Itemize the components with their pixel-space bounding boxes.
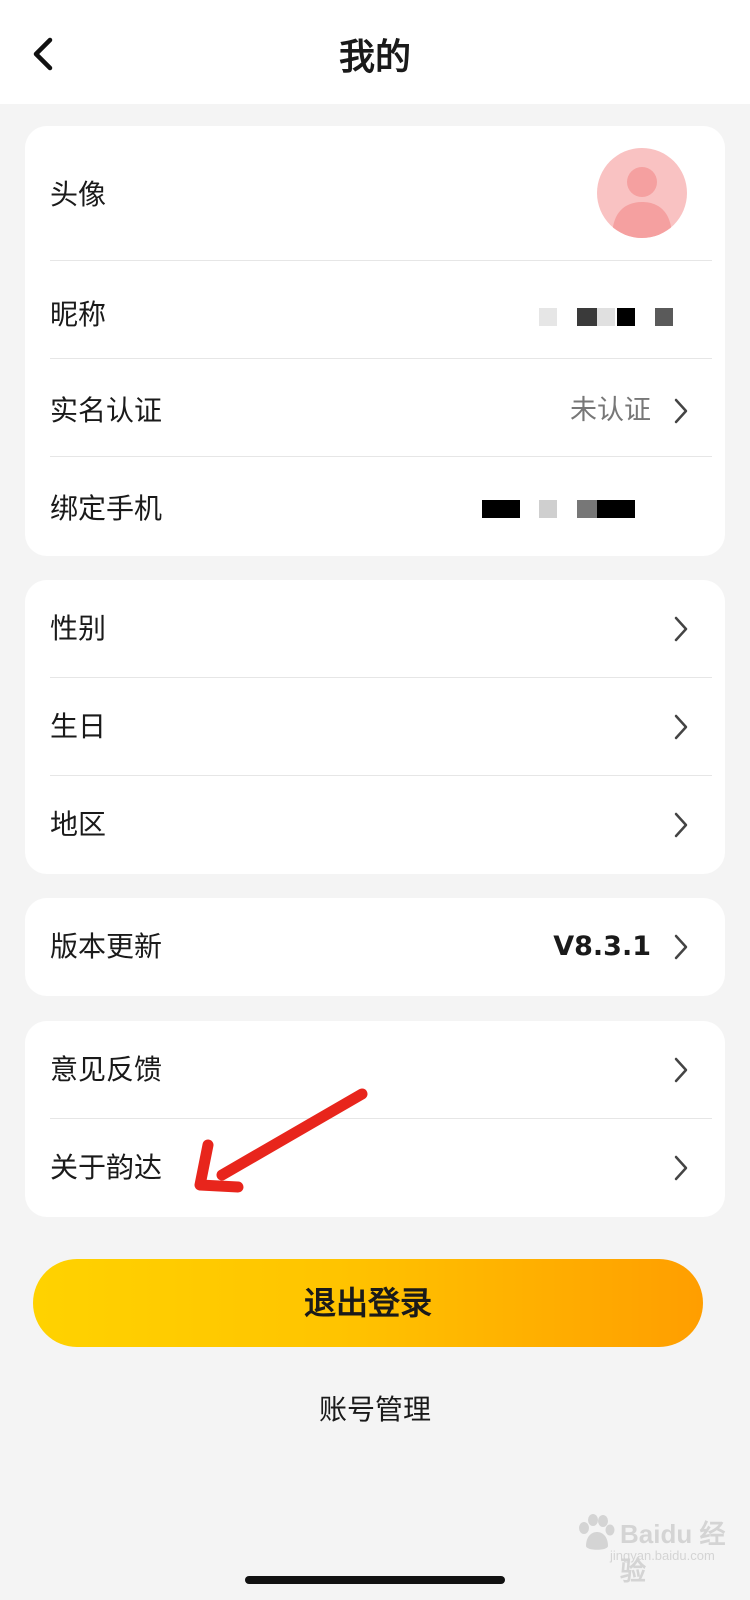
real-name-label: 实名认证 [50,394,163,427]
home-indicator[interactable] [245,1576,505,1584]
chevron-right-icon [674,812,688,838]
divider [50,358,712,359]
avatar-label: 头像 [50,178,107,211]
chevron-right-icon [674,714,688,740]
avatar-row[interactable]: 头像 [25,146,725,262]
version-update-row[interactable]: 版本更新 V8.3.1 [25,898,725,996]
divider [50,260,712,261]
real-name-status: 未认证 [570,395,651,426]
phone-label: 绑定手机 [50,492,163,525]
birthday-label: 生日 [50,710,107,743]
region-row[interactable]: 地区 [25,776,725,874]
divider [50,456,712,457]
phone-row[interactable]: 绑定手机 [25,460,725,558]
feedback-row[interactable]: 意见反馈 [25,1021,725,1119]
gender-row[interactable]: 性别 [25,580,725,678]
real-name-row[interactable]: 实名认证 未认证 [25,362,725,460]
chevron-right-icon [674,398,688,424]
profile-card: 头像 昵称 实名认证 未认证 绑定手机 [25,126,725,556]
account-management-link[interactable]: 账号管理 [0,1388,750,1432]
version-card: 版本更新 V8.3.1 [25,898,725,996]
user-avatar-icon[interactable] [597,148,687,238]
info-card: 性别 生日 地区 [25,580,725,874]
chevron-right-icon [674,1057,688,1083]
region-label: 地区 [50,808,107,841]
nickname-row[interactable]: 昵称 [25,266,725,364]
chevron-right-icon [674,616,688,642]
about-card: 意见反馈 关于韵达 [25,1021,725,1217]
nickname-label: 昵称 [50,298,107,331]
logout-button[interactable]: 退出登录 [33,1259,703,1347]
feedback-label: 意见反馈 [50,1053,163,1086]
about-yunda-label: 关于韵达 [50,1151,163,1184]
gender-label: 性别 [50,612,107,645]
baidu-watermark: Baidu 经验 jingyan.baidu.com [572,1510,732,1586]
version-update-label: 版本更新 [50,930,163,963]
birthday-row[interactable]: 生日 [25,678,725,776]
top-nav-bar: 我的 [0,0,750,104]
page-title: 我的 [338,37,411,78]
about-yunda-row[interactable]: 关于韵达 [25,1119,725,1217]
chevron-right-icon [674,1155,688,1181]
chevron-right-icon [674,934,688,960]
version-value: V8.3.1 [553,931,651,962]
watermark-url: jingyan.baidu.com [610,1548,715,1563]
